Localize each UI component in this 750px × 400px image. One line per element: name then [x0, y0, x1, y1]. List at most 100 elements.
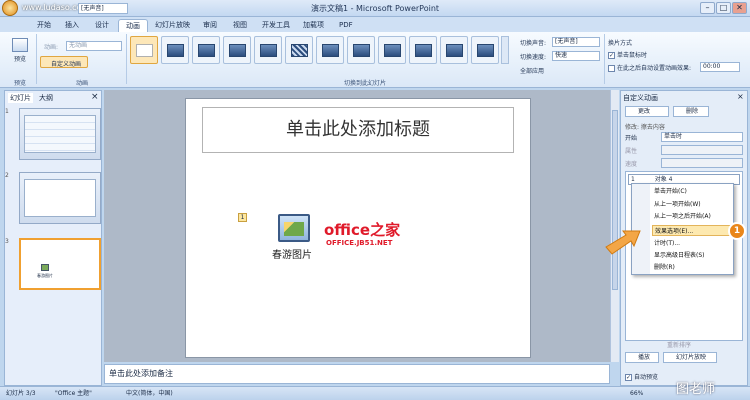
arrow-icon [605, 230, 641, 255]
tab-home[interactable]: 开始 [30, 19, 58, 32]
thumb-screenshot [24, 115, 96, 153]
preview-icon [12, 38, 28, 52]
play-button[interactable]: 播放 [625, 352, 659, 363]
transition-fade-black[interactable] [192, 36, 220, 64]
transition-group-label: 切换到此幻灯片 [343, 80, 386, 87]
sound-label: 切换声音: [520, 40, 547, 47]
ribbon-separator [126, 34, 127, 84]
notes-pane[interactable]: 单击此处添加备注 [104, 364, 610, 384]
transition-shape[interactable] [440, 36, 468, 64]
transition-thumb [477, 44, 494, 57]
delete-button[interactable]: 删除 [673, 106, 709, 117]
transition-wipe-down[interactable] [316, 36, 344, 64]
reorder-label[interactable]: 重新排序 [667, 340, 691, 349]
site-logo-text: office之家 [324, 221, 401, 239]
slide-thumbnail-2[interactable] [19, 172, 101, 224]
slide-thumbnail-3[interactable]: 春游图片 [19, 238, 101, 290]
minimize-button[interactable]: – [700, 2, 715, 14]
transition-thumb [415, 44, 432, 57]
apply-all-button[interactable]: 全部应用 [520, 66, 544, 75]
step-badge: 1 [728, 222, 746, 240]
custom-animation-label: 自定义动画 [51, 61, 82, 68]
advance-title: 换片方式 [608, 40, 633, 47]
close-icon[interactable]: × [91, 92, 99, 102]
autopreview-label: 自动预览 [634, 374, 659, 381]
transition-gallery-scroll[interactable] [501, 36, 509, 64]
thumb-number: 2 [5, 172, 9, 179]
advance-auto-checkbox[interactable]: 在此之后自动设置动画效果: [608, 63, 691, 72]
menu-item-start-on-click[interactable]: 单击开始(C) [652, 186, 732, 197]
transition-cut-black[interactable] [254, 36, 282, 64]
start-combo[interactable]: 单击时 [661, 132, 743, 142]
change-button[interactable]: 更改 [625, 106, 669, 117]
picture-caption: 春游图片 [272, 250, 312, 261]
transition-push[interactable] [471, 36, 499, 64]
slide-thumbnail-1[interactable] [19, 108, 101, 160]
picture-object[interactable] [278, 214, 310, 242]
transition-thumb [384, 44, 401, 57]
modify-label: 修改: 擦去内容 [625, 124, 665, 131]
transition-thumb [167, 44, 184, 57]
advance-on-click-checkbox[interactable]: ✓ 单击鼠标时 [608, 50, 647, 59]
tab-developer[interactable]: 开发工具 [255, 19, 297, 32]
window-title: 演示文稿1 - Microsoft PowerPoint [310, 4, 440, 13]
title-placeholder[interactable]: 单击此处添加标题 [202, 107, 514, 153]
start-label: 开始 [625, 135, 638, 142]
item-number: 1 [631, 176, 635, 183]
speed-combo [661, 158, 743, 168]
transition-thumb [136, 44, 153, 57]
tab-addins[interactable]: 加载项 [296, 19, 331, 32]
tab-view[interactable]: 视图 [226, 19, 254, 32]
tab-slideshow[interactable]: 幻灯片放映 [148, 19, 197, 32]
advance-time-input[interactable]: 00:00 [700, 62, 740, 72]
thumb-screenshot [24, 179, 96, 217]
landscape-icon [284, 222, 304, 236]
speed-combo[interactable]: 快速 [552, 51, 600, 61]
menu-item-with-previous[interactable]: 从上一项开始(W) [652, 199, 732, 210]
tab-animation[interactable]: 动画 [118, 19, 148, 32]
sound-combo[interactable]: [无声音] [552, 37, 600, 47]
brand-watermark: 图老师 [676, 382, 716, 397]
slideshow-button[interactable]: 幻灯片放映 [663, 352, 717, 363]
animate-combo[interactable]: 无动画 [66, 41, 122, 51]
scroll-thumb[interactable] [612, 110, 618, 290]
maximize-button[interactable]: □ [716, 2, 731, 14]
transition-cut[interactable] [223, 36, 251, 64]
transition-thumb [446, 44, 463, 57]
language-indicator[interactable]: 中文(简体，中国) [126, 387, 173, 400]
delete-label: 删除 [686, 108, 699, 115]
transition-wipe-left[interactable] [409, 36, 437, 64]
menu-item-remove[interactable]: 删除(R) [652, 262, 732, 273]
close-icon[interactable]: × [737, 92, 744, 101]
thumb-number: 3 [5, 238, 9, 245]
pane-title: 自定义动画 [623, 94, 658, 102]
tab-pdf[interactable]: PDF [332, 19, 360, 32]
zoom-level[interactable]: 66% [630, 387, 643, 400]
transition-dissolve[interactable] [285, 36, 313, 64]
menu-item-after-previous[interactable]: 从上一项之后开始(A) [652, 211, 732, 222]
menu-item-effect-options[interactable]: 效果选项(E)... [652, 225, 732, 236]
tab-slides[interactable]: 幻灯片 [8, 93, 33, 103]
preview-button[interactable]: 预览 [8, 36, 32, 72]
transition-thumb [198, 44, 215, 57]
menu-item-advanced-timeline[interactable]: 显示高级日程表(S) [652, 250, 732, 261]
tab-insert[interactable]: 插入 [58, 19, 86, 32]
transition-fade[interactable] [161, 36, 189, 64]
thumb-number: 1 [5, 108, 9, 115]
close-button[interactable]: ✕ [732, 2, 747, 14]
transition-none[interactable] [130, 36, 158, 64]
menu-item-timing[interactable]: 计时(T)... [652, 238, 732, 249]
ribbon-separator [36, 34, 37, 84]
thumb-caption: 春游图片 [37, 273, 53, 278]
tab-outline[interactable]: 大纲 [39, 93, 53, 103]
tab-design[interactable]: 设计 [88, 19, 116, 32]
custom-animation-button[interactable]: 自定义动画 [40, 56, 88, 68]
transition-wipe-up[interactable] [347, 36, 375, 64]
transition-wipe-right[interactable] [378, 36, 406, 64]
theme-indicator: "Office 主题" [55, 390, 92, 397]
transition-thumb [260, 44, 277, 57]
ribbon-tabs: 开始 插入 设计 动画 幻灯片放映 审阅 视图 开发工具 加载项 PDF [0, 17, 750, 32]
autopreview-checkbox[interactable]: ✓ 自动预览 [625, 372, 658, 381]
tab-review[interactable]: 审阅 [196, 19, 224, 32]
title-bar: www.ludaso.com [无声音] 演示文稿1 - Microsoft P… [0, 0, 750, 17]
